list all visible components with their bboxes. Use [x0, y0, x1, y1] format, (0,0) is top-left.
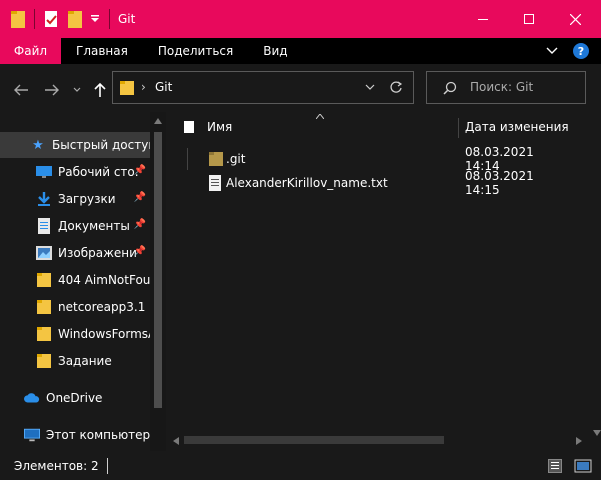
ribbon-tabs: Файл Главная Поделиться Вид ?	[0, 38, 601, 64]
new-folder-icon[interactable]	[67, 9, 83, 29]
chevron-down-icon[interactable]	[89, 13, 101, 25]
folder-icon	[36, 299, 52, 315]
expand-ribbon-icon[interactable]	[545, 44, 559, 58]
file-name: AlexanderKirillov_name.txt	[226, 176, 388, 190]
ribbon-controls: ?	[545, 38, 601, 64]
scroll-left-icon[interactable]	[173, 437, 179, 445]
pin-icon: 📌	[133, 165, 146, 176]
nav-item-downloads[interactable]: Загрузки 📌	[0, 186, 150, 212]
scroll-right-icon[interactable]	[576, 437, 582, 445]
document-icon	[36, 218, 52, 234]
nav-item-404aimnotfound[interactable]: 404 AimNotFour	[0, 267, 150, 293]
column-header-date-modified[interactable]: Дата изменения	[465, 120, 569, 134]
row-divider	[187, 148, 188, 170]
breadcrumb-git[interactable]: Git	[155, 80, 172, 94]
arrow-up-icon	[94, 82, 106, 97]
search-placeholder: Поиск: Git	[470, 80, 534, 94]
folder-icon	[120, 81, 134, 95]
title-bar: Git	[0, 0, 601, 38]
chevron-down-icon[interactable]	[365, 84, 375, 92]
address-bar[interactable]: › Git	[112, 71, 414, 104]
folder-icon	[36, 272, 52, 288]
arrow-left-icon	[14, 84, 28, 96]
scrollbar-thumb[interactable]	[184, 436, 444, 444]
large-icons-view-icon	[574, 459, 592, 473]
nav-item-documents[interactable]: Документы 📌	[0, 213, 150, 239]
file-row[interactable]: .git 08.03.2021 14:14	[182, 145, 562, 173]
details-view-button[interactable]	[548, 459, 562, 473]
pin-icon: 📌	[133, 246, 146, 257]
scroll-up-icon[interactable]	[154, 118, 162, 124]
status-separator	[106, 457, 108, 474]
chevron-down-icon	[73, 87, 81, 92]
minimize-icon	[478, 18, 488, 20]
help-button[interactable]: ?	[573, 43, 589, 59]
close-icon	[569, 13, 581, 25]
up-button[interactable]	[90, 78, 110, 102]
pictures-icon	[36, 245, 52, 261]
desktop-icon	[36, 164, 52, 180]
tab-home[interactable]: Главная	[62, 38, 142, 64]
tab-share[interactable]: Поделиться	[144, 38, 247, 64]
sort-ascending-icon	[316, 114, 324, 119]
nav-item-pictures[interactable]: Изображени 📌	[0, 240, 150, 266]
file-date: 08.03.2021 14:15	[465, 169, 534, 197]
arrow-right-icon	[45, 84, 59, 96]
minimize-button[interactable]	[460, 0, 506, 38]
status-bar: Элементов: 2	[0, 451, 601, 480]
column-header-name[interactable]: Имя	[207, 120, 232, 134]
folder-icon	[11, 11, 25, 28]
nav-item-netcoreapp[interactable]: netcoreapp3.1	[0, 294, 150, 320]
back-button[interactable]	[10, 78, 32, 102]
toolbar-separator	[109, 9, 110, 29]
item-count: Элементов: 2	[14, 458, 99, 473]
folder-icon	[209, 152, 223, 166]
quick-access-toolbar: Git	[0, 0, 135, 38]
breadcrumb-separator-icon: ›	[141, 80, 146, 94]
nav-item-desktop[interactable]: Рабочий сто. 📌	[0, 159, 150, 185]
navigation-pane-scrollbar[interactable]	[150, 112, 166, 451]
maximize-icon	[524, 14, 534, 24]
column-divider[interactable]	[458, 118, 459, 138]
nav-onedrive[interactable]: OneDrive	[0, 385, 150, 411]
tab-file[interactable]: Файл	[0, 38, 61, 64]
search-box[interactable]: Поиск: Git	[426, 71, 586, 104]
download-icon	[36, 191, 52, 207]
text-file-icon	[209, 175, 221, 191]
maximize-button[interactable]	[506, 0, 552, 38]
refresh-icon[interactable]	[389, 81, 403, 95]
file-row[interactable]: AlexanderKirillov_name.txt 08.03.2021 14…	[182, 169, 562, 197]
toolbar-separator	[34, 9, 35, 29]
large-icons-view-button[interactable]	[574, 459, 592, 473]
properties-icon[interactable]	[43, 9, 59, 29]
tab-view[interactable]: Вид	[249, 38, 301, 64]
folder-icon	[36, 353, 52, 369]
scrollbar-thumb[interactable]	[154, 132, 162, 408]
close-button[interactable]	[552, 0, 598, 38]
scroll-down-icon[interactable]	[593, 430, 601, 436]
forward-button[interactable]	[41, 78, 63, 102]
nav-item-zadanie[interactable]: Задание	[0, 348, 150, 374]
pin-icon: 📌	[133, 192, 146, 203]
navigation-pane: ★ Быстрый доступ Рабочий сто. 📌 Загрузки…	[0, 112, 166, 451]
nav-item-windowsforms[interactable]: WindowsFormsA	[0, 321, 150, 347]
nav-this-pc[interactable]: Этот компьютер	[0, 422, 150, 448]
star-icon: ★	[32, 137, 44, 153]
help-icon: ?	[577, 44, 585, 58]
nav-quick-access[interactable]: ★ Быстрый доступ	[0, 132, 150, 158]
window-title: Git	[118, 12, 136, 26]
pin-icon: 📌	[133, 219, 146, 230]
cloud-icon	[24, 390, 40, 406]
select-all-checkbox[interactable]	[184, 121, 194, 133]
computer-icon	[24, 427, 40, 443]
search-icon	[443, 81, 457, 95]
recent-locations-button[interactable]	[71, 78, 83, 102]
details-view-icon	[551, 462, 559, 469]
file-name: .git	[226, 152, 246, 166]
folder-icon	[36, 326, 52, 342]
